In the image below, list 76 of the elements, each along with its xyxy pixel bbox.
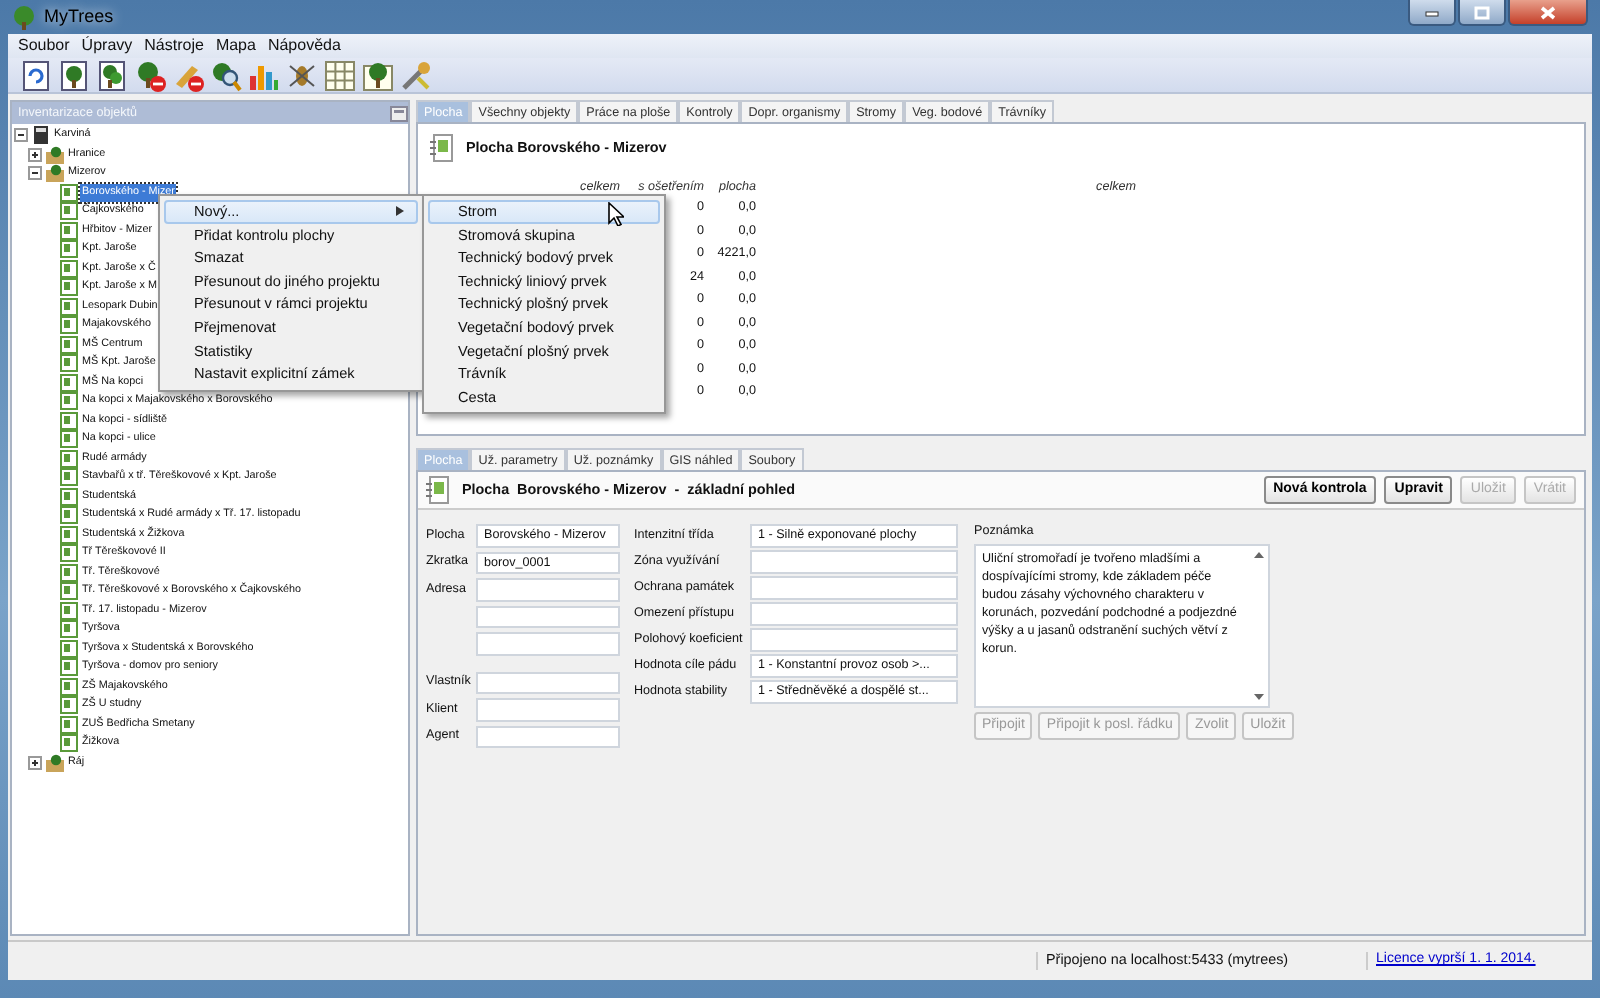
menu-item[interactable]: Úpravy xyxy=(75,36,139,56)
tree-document-icon[interactable] xyxy=(58,59,90,91)
expand-icon[interactable] xyxy=(28,147,42,162)
document-icon xyxy=(59,221,77,240)
document-icon xyxy=(59,335,77,354)
input-field[interactable] xyxy=(476,578,620,601)
maximize-icon[interactable] xyxy=(390,105,408,121)
document-icon xyxy=(59,316,77,335)
document-icon xyxy=(59,658,77,677)
input-field[interactable] xyxy=(476,632,620,655)
wrench-icon[interactable] xyxy=(400,59,432,91)
document-icon xyxy=(59,715,77,734)
document-icon xyxy=(59,468,77,487)
document-icon xyxy=(59,525,77,544)
collapse-icon[interactable] xyxy=(14,128,28,143)
input-field[interactable] xyxy=(476,605,620,628)
document-icon xyxy=(59,183,77,202)
document-icon xyxy=(59,392,77,411)
document-icon xyxy=(59,278,77,297)
document-icon xyxy=(59,601,77,620)
refresh-icon[interactable] xyxy=(20,59,52,91)
input-field[interactable] xyxy=(476,725,620,748)
document-icon xyxy=(59,696,77,715)
scroll-down-icon[interactable] xyxy=(1254,693,1264,700)
input-field[interactable] xyxy=(750,576,958,599)
document-icon xyxy=(59,620,77,639)
search-tree-icon[interactable] xyxy=(210,59,242,91)
document-icon xyxy=(59,582,77,601)
document-icon xyxy=(59,563,77,582)
menu-item[interactable]: Nápověda xyxy=(261,36,347,56)
document-icon xyxy=(59,240,77,259)
document-icon xyxy=(59,297,77,316)
close-icon xyxy=(1540,5,1556,19)
menu-item[interactable]: Mapa xyxy=(209,36,262,56)
scroll-up-icon[interactable] xyxy=(1254,551,1264,558)
document-icon xyxy=(59,544,77,563)
note-field[interactable] xyxy=(974,543,1270,708)
folder-tree-icon xyxy=(45,753,63,772)
folder-tree-icon xyxy=(45,145,63,164)
input-field[interactable] xyxy=(476,698,620,721)
book-icon xyxy=(31,126,49,145)
tree-delete-icon[interactable] xyxy=(134,59,166,91)
document-icon xyxy=(59,639,77,658)
input-field[interactable] xyxy=(476,671,620,694)
maximize-button[interactable] xyxy=(1458,0,1506,26)
close-button[interactable] xyxy=(1508,0,1588,26)
document-icon xyxy=(59,259,77,278)
document-icon xyxy=(59,506,77,525)
minimize-icon xyxy=(1424,6,1440,18)
document-icon xyxy=(59,411,77,430)
input-field[interactable] xyxy=(750,628,958,651)
document-icon xyxy=(59,734,77,753)
folder-tree-icon xyxy=(45,164,63,183)
grid-icon[interactable] xyxy=(324,59,356,91)
document-icon xyxy=(59,354,77,373)
collapse-icon[interactable] xyxy=(28,166,42,181)
input-field[interactable] xyxy=(750,602,958,625)
tree-icon xyxy=(12,5,36,29)
expand-icon[interactable] xyxy=(28,755,42,770)
cursor-icon xyxy=(608,202,624,226)
menu-item[interactable]: Nástroje xyxy=(138,36,210,56)
input-field[interactable] xyxy=(750,550,958,573)
insect-icon[interactable] xyxy=(286,59,318,91)
tree-document-icon[interactable] xyxy=(96,59,128,91)
area-icon xyxy=(430,134,454,162)
document-icon xyxy=(59,430,77,449)
window-title: MyTrees xyxy=(44,6,114,28)
document-icon xyxy=(59,202,77,221)
document-icon xyxy=(59,373,77,392)
menu-item[interactable]: Soubor xyxy=(12,36,76,56)
minimize-button[interactable] xyxy=(1408,0,1456,26)
document-icon xyxy=(59,677,77,696)
maximize-icon xyxy=(1474,5,1490,19)
document-icon xyxy=(59,449,77,468)
tree-grid-icon[interactable] xyxy=(362,59,394,91)
document-icon xyxy=(59,487,77,506)
